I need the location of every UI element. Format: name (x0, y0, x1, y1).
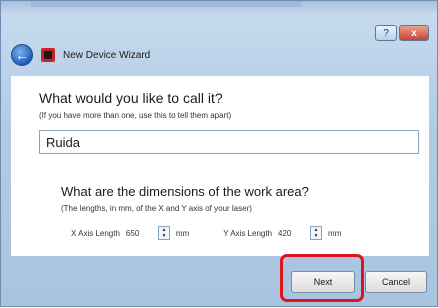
x-axis-value[interactable]: 650 (126, 229, 154, 238)
y-axis-value[interactable]: 420 (278, 229, 306, 238)
wizard-title: New Device Wizard (63, 49, 151, 61)
title-bar (1, 1, 437, 13)
y-axis-label: Y Axis Length (223, 228, 273, 238)
help-icon: ? (383, 27, 389, 39)
wizard-window: ? x ← New Device Wizard What would you l… (0, 0, 438, 307)
wizard-content: What would you like to call it? (If you … (11, 75, 429, 256)
title-bar-shade (31, 1, 301, 7)
name-question: What would you like to call it? (39, 90, 223, 106)
dimensions-row: X Axis Length 650 ▲ ▼ mm Y Axis Length 4… (71, 224, 341, 242)
dimensions-question: What are the dimensions of the work area… (61, 184, 309, 199)
help-button[interactable]: ? (375, 25, 397, 41)
back-arrow-icon: ← (15, 47, 29, 63)
back-button[interactable]: ← (11, 44, 33, 66)
device-name-input[interactable] (39, 130, 419, 154)
window-controls: ? x (375, 25, 429, 41)
cancel-button[interactable]: Cancel (365, 271, 427, 293)
x-axis-unit: mm (175, 228, 190, 238)
x-axis-label: X Axis Length (71, 228, 120, 238)
dimensions-hint: (The lengths, in mm, of the X and Y axis… (61, 204, 252, 213)
name-hint: (If you have more than one, use this to … (39, 111, 232, 120)
wizard-footer: Next Cancel (1, 255, 437, 308)
close-icon: x (411, 27, 417, 39)
stepper-down-icon[interactable]: ▼ (159, 233, 169, 239)
wizard-header: ← New Device Wizard (11, 43, 150, 67)
stepper-down-icon[interactable]: ▼ (311, 233, 321, 239)
close-button[interactable]: x (399, 25, 429, 41)
y-axis-unit: mm (328, 228, 342, 238)
app-icon (41, 48, 55, 62)
x-axis-stepper[interactable]: ▲ ▼ (157, 226, 170, 240)
y-axis-stepper[interactable]: ▲ ▼ (310, 226, 323, 240)
next-highlight-annotation (280, 254, 364, 302)
